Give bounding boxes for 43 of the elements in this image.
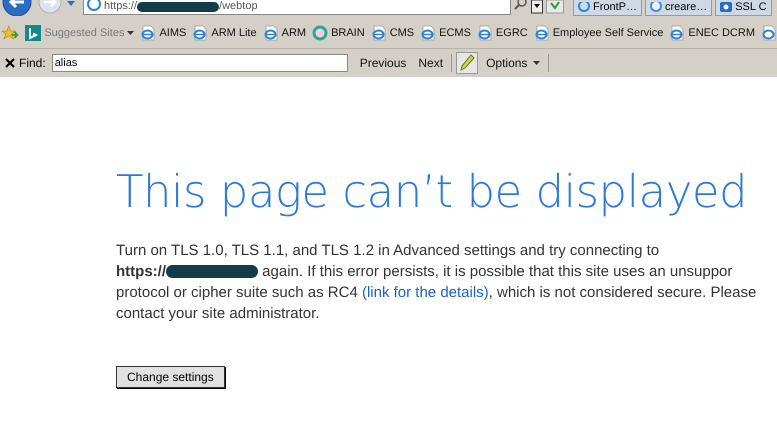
- bing-icon: [25, 25, 42, 41]
- details-link[interactable]: (link for the details): [362, 284, 489, 301]
- change-settings-button[interactable]: Change settings: [116, 366, 225, 388]
- favorite-link[interactable]: AIMS: [140, 25, 186, 41]
- browser-tab[interactable]: FrontP…: [573, 0, 642, 16]
- highlight-pen-button[interactable]: [456, 52, 478, 74]
- url-text: https:// /webtop: [104, 0, 258, 13]
- favorite-link[interactable]: ENEC DCRM: [669, 25, 755, 41]
- favorite-link[interactable]: ARM: [262, 25, 306, 41]
- browser-tab[interactable]: SSL C: [715, 0, 772, 16]
- brain-icon: [312, 25, 328, 41]
- ie-page-icon: [192, 25, 208, 41]
- ie-page-icon: [370, 25, 387, 41]
- ie-page-icon: [140, 25, 156, 41]
- favorite-link[interactable]: Employee Self Service: [534, 25, 664, 41]
- ie-page-icon[interactable]: [761, 25, 777, 41]
- options-button[interactable]: Options: [482, 54, 544, 72]
- dropdown-button[interactable]: [531, 0, 543, 14]
- close-icon[interactable]: [5, 58, 15, 68]
- favorites-star-icon[interactable]: [2, 25, 20, 41]
- next-button[interactable]: Next: [414, 54, 448, 72]
- find-field[interactable]: alias: [52, 54, 348, 72]
- favorite-link[interactable]: ARM Lite: [192, 25, 257, 41]
- error-title: This page can’t be displayed: [116, 165, 748, 218]
- search-icon[interactable]: [514, 0, 528, 12]
- favorite-link[interactable]: BRAIN: [312, 25, 365, 41]
- caret-icon: [533, 61, 540, 65]
- back-button[interactable]: [0, 0, 34, 16]
- error-message: Turn on TLS 1.0, TLS 1.1, and TLS 1.2 in Advanced settings and try connecting to https:// again. If this error persists, it is possible that this site uses an unsuppor protocol or cipher suite such as RC4 (link for the details), which is not considered secure. Please contact your site administrator.: [116, 241, 758, 324]
- previous-button[interactable]: Previous: [356, 54, 410, 72]
- favorite-link[interactable]: CMS: [370, 25, 414, 41]
- dropdown-arrow-icon[interactable]: [66, 0, 76, 8]
- favorite-link[interactable]: EGRC: [476, 25, 528, 41]
- browser-tab[interactable]: creare…: [645, 0, 712, 16]
- ie-page-icon: [262, 25, 279, 41]
- ie-page-icon: [420, 25, 436, 41]
- find-label: Find:: [19, 56, 46, 70]
- ie-page-icon: [476, 25, 493, 41]
- address-bar[interactable]: https:// /webtop: [83, 0, 511, 15]
- caret-icon: [127, 31, 134, 35]
- ie-page-icon: [534, 25, 550, 41]
- favorite-link[interactable]: ECMS: [420, 25, 471, 41]
- ie-page-icon: [669, 25, 686, 41]
